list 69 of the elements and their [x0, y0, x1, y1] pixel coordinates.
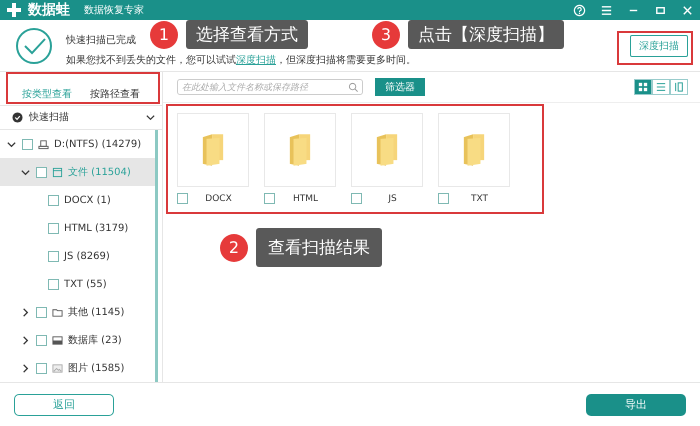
list-icon	[656, 82, 666, 92]
tree-item[interactable]: JS (8269)	[0, 242, 155, 270]
scan-complete-text: 快速扫描已完成	[66, 34, 136, 46]
image-icon	[52, 362, 63, 374]
checkbox[interactable]	[22, 138, 33, 150]
chevron-right-icon[interactable]	[20, 334, 31, 346]
tree-item[interactable]: DOCX (1)	[0, 186, 155, 214]
scan-mode-dropdown[interactable]: 快速扫描	[0, 106, 162, 130]
folder-icon	[52, 306, 63, 318]
checkbox[interactable]	[36, 334, 47, 346]
tree-item[interactable]: 数据库 (23)	[0, 326, 155, 354]
grid-icon	[638, 82, 648, 92]
file-thumbnail[interactable]	[264, 113, 336, 187]
checkbox[interactable]	[177, 193, 188, 204]
search-icon	[348, 82, 359, 92]
file-thumbnail[interactable]	[438, 113, 510, 187]
tree-item[interactable]: TXT (55)	[0, 270, 155, 298]
callout-bubble: 点击【深度扫描】	[408, 20, 564, 49]
folder-icon	[201, 132, 225, 168]
checkbox[interactable]	[48, 250, 59, 262]
file-thumbnail[interactable]	[177, 113, 249, 187]
step-number-badge: 3	[372, 20, 400, 48]
detail-view-button[interactable]	[670, 79, 688, 95]
help-icon[interactable]	[573, 4, 586, 16]
checkbox[interactable]	[36, 306, 47, 318]
folder-icon	[462, 132, 486, 168]
drive-icon	[38, 138, 49, 150]
menu-icon[interactable]	[600, 4, 613, 16]
checkbox[interactable]	[48, 194, 59, 206]
checkbox[interactable]	[36, 166, 47, 178]
folder-icon	[288, 132, 312, 168]
columns-icon	[674, 82, 684, 92]
callout-bubble: 查看扫描结果	[256, 228, 382, 267]
app-name: 数据蛙	[28, 1, 70, 19]
checkbox[interactable]	[351, 193, 362, 204]
document-icon	[52, 166, 63, 178]
step-number-badge: 2	[220, 234, 248, 262]
app-subtitle: 数据恢复专家	[84, 4, 144, 17]
checkbox[interactable]	[36, 362, 47, 374]
chevron-right-icon[interactable]	[20, 306, 31, 318]
file-name: DOCX	[204, 194, 233, 204]
step-number-badge: 1	[150, 20, 178, 48]
tree-item[interactable]: 其他 (1145)	[0, 298, 155, 326]
deep-scan-hint-text: 如果您找不到丢失的文件，您可以试试深度扫描，但深度扫描将需要更多时间。	[66, 54, 416, 66]
checkbox[interactable]	[264, 193, 275, 204]
file-thumbnail[interactable]	[351, 113, 423, 187]
file-name: HTML	[292, 194, 320, 204]
export-button[interactable]: 导出	[586, 394, 686, 416]
checkbox[interactable]	[48, 222, 59, 234]
check-badge-icon	[12, 112, 23, 123]
plus-logo-icon	[6, 2, 22, 18]
checkbox[interactable]	[48, 278, 59, 290]
checkbox[interactable]	[438, 193, 449, 204]
grid-view-button[interactable]	[634, 79, 652, 95]
file-name: TXT	[470, 194, 489, 204]
tree-item[interactable]: HTML (3179)	[0, 214, 155, 242]
file-name: JS	[386, 194, 398, 204]
database-icon	[52, 334, 63, 346]
folder-icon	[375, 132, 399, 168]
view-tab[interactable]: 按路径查看	[86, 86, 144, 101]
close-icon[interactable]	[681, 4, 694, 16]
check-circle-icon	[14, 26, 54, 66]
tree-item[interactable]: 图片 (1585)	[0, 354, 155, 382]
callout-bubble: 选择查看方式	[186, 20, 308, 49]
filter-button[interactable]: 筛选器	[375, 78, 425, 96]
tree-item[interactable]: D:(NTFS) (14279)	[0, 130, 155, 158]
chevron-right-icon[interactable]	[20, 362, 31, 374]
list-view-button[interactable]	[652, 79, 670, 95]
search-field[interactable]: 在此处输入文件名称或保存路径	[177, 79, 363, 95]
